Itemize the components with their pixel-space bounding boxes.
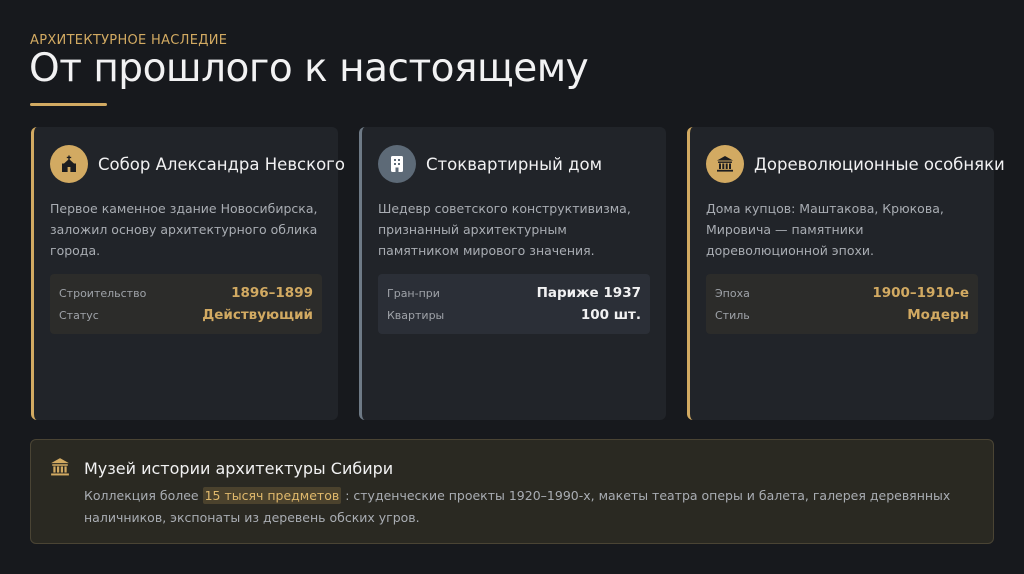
card-description: Дома купцов: Маштакова, Крюкова, Мирович… (706, 201, 944, 258)
slide: АРХИТЕКТУРНОЕ НАСЛЕДИЕ От прошлого к нас… (0, 0, 1024, 574)
card-title: Стоквартирный дом (426, 154, 603, 174)
card-title: Собор Александра Невского (98, 154, 345, 174)
fact-label: Статус (59, 308, 99, 322)
fact-label: Эпоха (715, 286, 750, 300)
fact-value: 1900–1910-е (872, 285, 969, 301)
fact-label: Стиль (715, 308, 750, 322)
title-underline (30, 103, 107, 106)
facts-box: Гран-при Париже 1937 Квартиры 100 шт. (378, 274, 650, 334)
fact-row: Статус Действующий (59, 304, 313, 326)
card-mansions: Дореволюционные особняки Дома купцов: Ма… (687, 127, 1005, 420)
museum-callout: Музей истории архитектуры Сибири Коллекц… (30, 439, 994, 544)
fact-row: Гран-при Париже 1937 (387, 282, 641, 304)
card-header: Дореволюционные особняки (706, 145, 1005, 183)
museum-title: Музей истории архитектуры Сибири (84, 459, 394, 478)
card-title: Дореволюционные особняки (754, 154, 1005, 174)
fact-row: Эпоха 1900–1910-е (715, 282, 969, 304)
fact-value: Модерн (907, 307, 969, 323)
page-title: От прошлого к настоящему (29, 46, 589, 91)
card-nevsky-cathedral: Собор Александра Невского Первое каменно… (31, 127, 345, 420)
fact-value: Действующий (202, 307, 313, 323)
landmark-icon (706, 145, 744, 183)
card-description: Шедевр советского конструктивизма, призн… (378, 201, 631, 258)
fact-row: Квартиры 100 шт. (387, 304, 641, 326)
fact-value: 1896–1899 (231, 285, 313, 301)
fact-label: Гран-при (387, 286, 440, 300)
fact-row: Строительство 1896–1899 (59, 282, 313, 304)
fact-row: Стиль Модерн (715, 304, 969, 326)
fact-label: Квартиры (387, 308, 445, 322)
card-description: Первое каменное здание Новосибирска, зал… (50, 201, 318, 258)
museum-text-start: Коллекция более (84, 488, 203, 503)
card-stokvartirny-dom: Стоквартирный дом Шедевр советского конс… (359, 127, 666, 420)
card-header: Собор Александра Невского (50, 145, 345, 183)
church-icon (50, 145, 88, 183)
building-icon (378, 145, 416, 183)
fact-label: Строительство (59, 286, 147, 300)
fact-value: Париже 1937 (536, 285, 641, 301)
fact-value: 100 шт. (580, 307, 641, 323)
facts-box: Эпоха 1900–1910-е Стиль Модерн (706, 274, 978, 334)
museum-highlight: 15 тысяч предметов (202, 487, 342, 504)
landmark-icon (49, 457, 71, 481)
museum-description: Коллекция более 15 тысяч предметов : сту… (84, 485, 974, 529)
card-header: Стоквартирный дом (378, 145, 650, 183)
facts-box: Строительство 1896–1899 Статус Действующ… (50, 274, 322, 334)
